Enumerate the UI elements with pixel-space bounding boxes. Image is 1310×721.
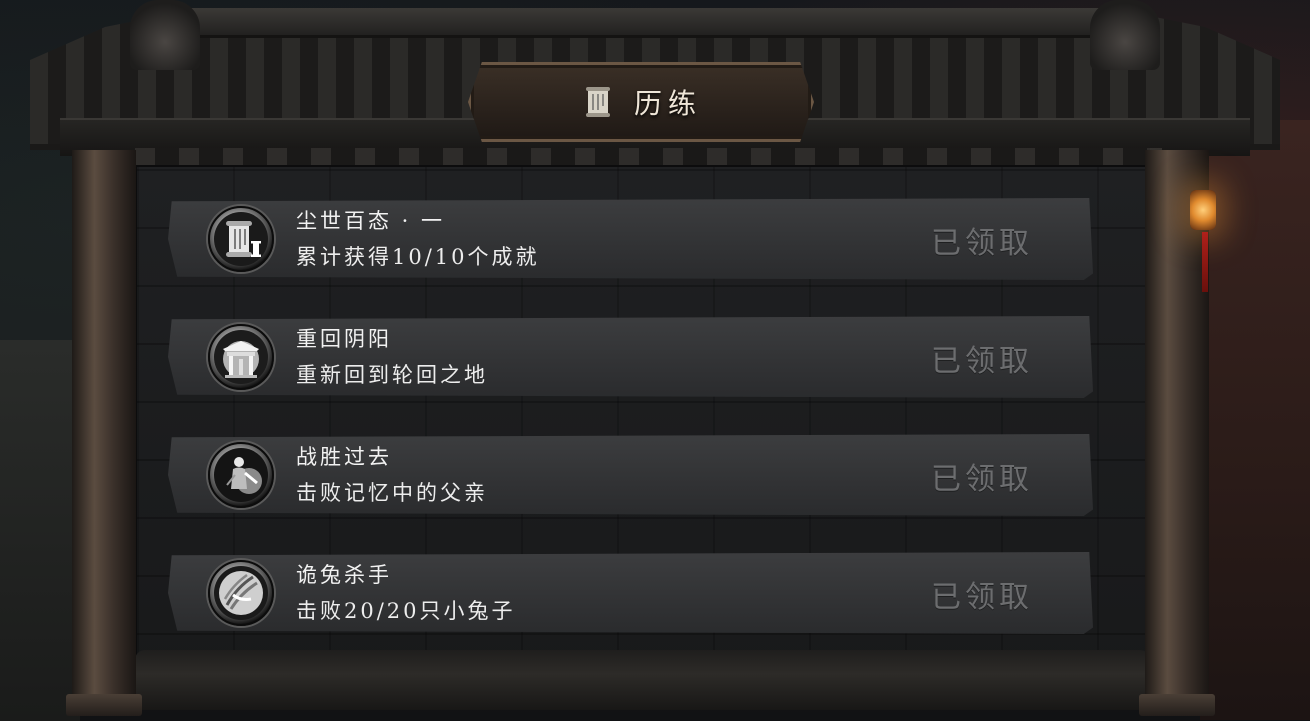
background-wall [1200,120,1310,720]
scroll-icon [580,84,616,120]
gate-icon [208,324,274,390]
achievement-row: 尘世百态 · 一 累计获得10/10个成就 已领取 [168,198,1093,280]
achievement-row: 战胜过去 击败记忆中的父亲 已领取 [168,434,1093,516]
achievement-screen: 历练 尘世百态 · 一 累计获得10/10个成就 已领取 重回阴阳 重新回到轮回… [0,0,1310,721]
achievement-title: 诡兔杀手 [296,563,392,587]
pillar-right [1139,150,1215,716]
red-tassel [1202,232,1208,292]
pillar-left [66,150,142,716]
achievement-title: 尘世百态 · 一 [296,209,446,233]
scroll-tier-i-icon [208,206,274,272]
roof-ornament-right [1090,0,1160,70]
achievement-list: 尘世百态 · 一 累计获得10/10个成就 已领取 重回阴阳 重新回到轮回之地 … [168,198,1093,670]
achievement-desc: 击败记忆中的父亲 [296,481,488,505]
achievement-desc: 累计获得10/10个成就 [296,245,540,269]
background-ground [0,340,80,721]
claimed-status: 已领取 [931,344,1033,379]
page-title: 历练 [633,87,702,120]
achievement-desc: 重新回到轮回之地 [296,363,488,387]
achievement-row: 诡兔杀手 击败20/20只小兔子 已领取 [168,552,1093,634]
warrior-icon [208,442,274,508]
achievement-desc: 击败20/20只小兔子 [296,599,516,623]
achievement-title: 重回阴阳 [296,327,392,351]
roof-ornament-left [130,0,200,70]
achievement-title: 战胜过去 [296,445,392,469]
achievement-row: 重回阴阳 重新回到轮回之地 已领取 [168,316,1093,398]
claimed-status: 已领取 [931,580,1033,615]
lantern-icon [1190,190,1216,230]
claw-slash-icon [208,560,274,626]
claimed-status: 已领取 [931,462,1033,497]
claimed-status: 已领取 [931,226,1033,261]
roof-ridge [180,8,1130,38]
title-plaque: 历练 [468,62,814,142]
